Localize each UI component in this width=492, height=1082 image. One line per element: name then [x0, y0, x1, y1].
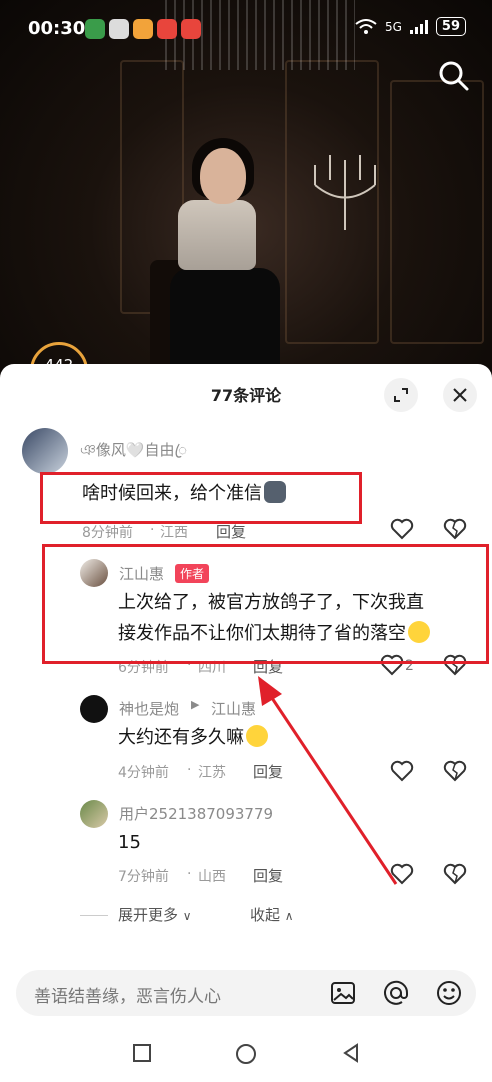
person-figure — [200, 148, 246, 204]
app-notification-icon — [133, 19, 153, 39]
mention-icon[interactable] — [381, 978, 411, 1008]
emoji-icon[interactable] — [434, 978, 464, 1008]
app-notification-icon — [85, 19, 105, 39]
search-button[interactable] — [434, 56, 474, 96]
status-right: 5G 59 — [355, 17, 466, 36]
back-icon[interactable] — [340, 1042, 362, 1064]
status-bar: 00:30 5G 59 — [0, 0, 492, 58]
notification-icons — [85, 19, 201, 39]
battery-indicator: 59 — [435, 17, 466, 36]
status-time: 00:30 — [28, 18, 86, 39]
home-icon[interactable] — [234, 1042, 258, 1066]
person-figure — [178, 200, 256, 270]
comment-sheet: 77条评论 ঞ像风🤍自由ꦿ 啥时候回来，给个准信 8分钟前 · 江西 回复 江山… — [0, 364, 492, 1082]
comment-input-placeholder[interactable]: 善语结善缘，恶言伤人心 — [34, 982, 221, 1007]
app-notification-icon — [181, 19, 201, 39]
app-notification-icon — [157, 19, 177, 39]
search-icon — [439, 61, 469, 91]
comment-input-bar[interactable]: 善语结善缘，恶言伤人心 — [16, 970, 476, 1016]
system-nav-bar — [0, 1032, 492, 1082]
signal-icon — [409, 19, 428, 34]
app-notification-icon — [109, 19, 129, 39]
wall-panel — [390, 80, 484, 344]
annotation-arrow — [258, 676, 398, 885]
image-icon[interactable] — [328, 978, 358, 1008]
recent-apps-icon[interactable] — [131, 1042, 153, 1064]
candelabra — [314, 155, 376, 230]
wifi-icon — [355, 18, 377, 34]
network-label: 5G — [384, 19, 402, 34]
